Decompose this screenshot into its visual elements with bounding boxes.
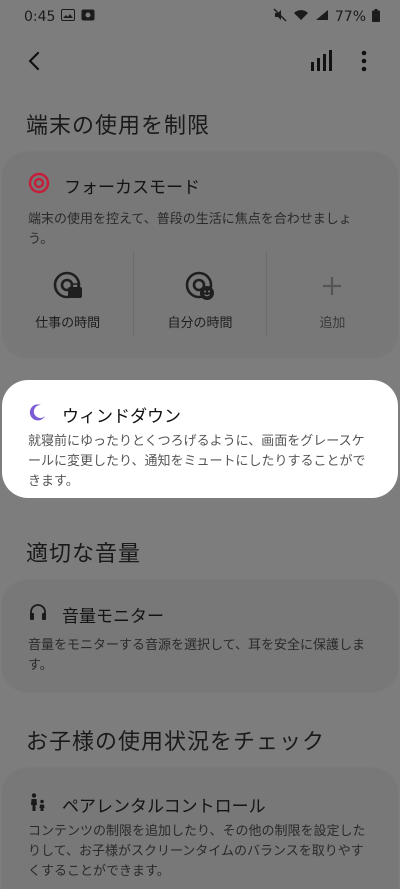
focus-mode-work-label: 仕事の時間 bbox=[35, 316, 101, 331]
wind-down-title: ウィンドダウン bbox=[62, 407, 181, 427]
status-time: 0:45 bbox=[24, 9, 56, 25]
section-title-volume: 適切な音量 bbox=[26, 542, 142, 567]
more-vertical-icon bbox=[361, 50, 367, 72]
parental-control-card[interactable]: ペアレンタルコントロール コンテンツの制限を追加したり、その他の制限を設定したり… bbox=[2, 768, 398, 889]
focus-mode-list: 仕事の時間 自分の時間 追加 bbox=[2, 252, 398, 336]
parental-control-description: コンテンツの制限を追加したり、その他の制限を設定したりして、お子様がスクリーンタ… bbox=[28, 824, 366, 879]
parent-child-icon bbox=[28, 792, 48, 817]
focus-mode-description: 端末の使用を控えて、普段の生活に焦点を合わせましょう。 bbox=[28, 212, 352, 247]
moon-icon bbox=[28, 402, 48, 427]
wind-down-header: ウィンドダウン bbox=[28, 402, 181, 427]
wind-down-description: 就寝前にゆったりとくつろげるように、画面をグレースケールに変更したり、通知をミュ… bbox=[28, 434, 366, 489]
usage-stats-button[interactable] bbox=[308, 48, 334, 74]
wind-down-card[interactable]: ウィンドダウン 就寝前にゆったりとくつろげるように、画面をグレースケールに変更し… bbox=[2, 380, 398, 498]
back-button[interactable] bbox=[20, 46, 50, 76]
volume-monitor-description: 音量をモニターする音源を選択して、耳を安全に保護します。 bbox=[28, 638, 365, 673]
parental-control-header: ペアレンタルコントロール bbox=[28, 792, 266, 817]
focus-mode-card: フォーカスモード 端末の使用を控えて、普段の生活に焦点を合わせましょう。 仕事の… bbox=[2, 152, 398, 358]
volume-monitor-header: 音量モニター bbox=[28, 602, 164, 627]
focus-mode-add-label: 追加 bbox=[319, 316, 346, 331]
app-bar bbox=[0, 38, 400, 84]
gallery-notification-icon bbox=[61, 9, 76, 25]
wifi-icon bbox=[293, 9, 309, 25]
volume-monitor-title: 音量モニター bbox=[62, 607, 164, 627]
section-title-device-usage: 端末の使用を制限 bbox=[26, 114, 211, 139]
work-mode-icon bbox=[53, 271, 82, 299]
focus-mode-title: フォーカスモード bbox=[64, 178, 200, 198]
focus-mode-personal[interactable]: 自分の時間 bbox=[134, 252, 265, 336]
focus-mode-personal-label: 自分の時間 bbox=[167, 316, 233, 331]
personal-mode-icon bbox=[185, 271, 214, 300]
mute-icon bbox=[273, 8, 287, 26]
section-title-kids: お子様の使用状況をチェック bbox=[26, 730, 326, 755]
focus-mode-header[interactable]: フォーカスモード bbox=[28, 172, 200, 199]
plus-icon bbox=[323, 277, 342, 295]
focus-mode-work[interactable]: 仕事の時間 bbox=[2, 252, 133, 336]
headphones-icon bbox=[28, 602, 48, 627]
back-arrow-icon bbox=[28, 51, 40, 71]
volume-monitor-card[interactable]: 音量モニター 音量をモニターする音源を選択して、耳を安全に保護します。 bbox=[2, 580, 398, 692]
battery-icon bbox=[372, 8, 380, 26]
parental-control-title: ペアレンタルコントロール bbox=[62, 797, 266, 817]
focus-mode-add[interactable]: 追加 bbox=[267, 252, 398, 336]
app-notification-icon bbox=[81, 9, 95, 25]
status-bar: 0:45 77% bbox=[0, 0, 400, 34]
battery-percent: 77% bbox=[334, 9, 366, 25]
target-icon bbox=[28, 172, 50, 199]
bar-chart-icon bbox=[311, 50, 332, 71]
cell-signal-icon bbox=[315, 9, 329, 25]
more-options-button[interactable] bbox=[352, 46, 376, 76]
